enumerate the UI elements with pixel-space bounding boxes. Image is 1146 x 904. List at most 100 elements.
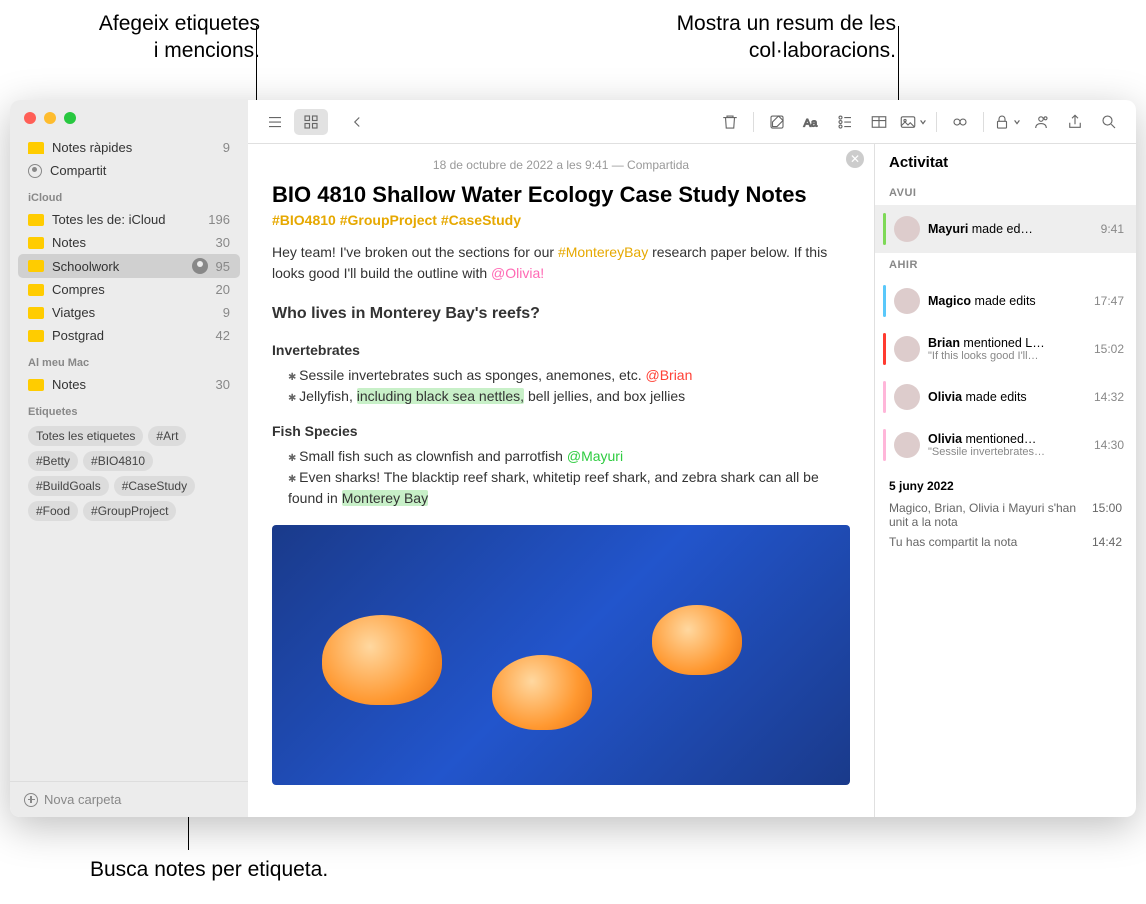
bullet-list: Sessile invertebrates such as sponges, a… (272, 365, 850, 407)
note-editor[interactable]: ✕ 18 de octubre de 2022 a les 9:41 — Com… (248, 144, 874, 817)
activity-item[interactable]: Olivia made edits 14:32 (875, 373, 1136, 421)
activity-color-bar (883, 333, 886, 365)
sidebar-item-folder[interactable]: Totes les de: iCloud 196 (18, 208, 240, 231)
share-button[interactable] (1058, 109, 1092, 135)
activity-time: 17:47 (1094, 294, 1124, 308)
sidebar-item-quick-notes[interactable]: Notes ràpides 9 (18, 136, 240, 159)
sidebar-item-folder[interactable]: Compres 20 (18, 278, 240, 301)
delete-button[interactable] (713, 109, 747, 135)
tag-pill[interactable]: #CaseStudy (114, 476, 195, 496)
activity-text: Brian mentioned L… "If this looks good I… (928, 336, 1086, 362)
note-body: Hey team! I've broken out the sections f… (272, 242, 850, 785)
folder-icon (28, 284, 44, 296)
sidebar-item-shared[interactable]: Compartit (18, 159, 240, 182)
sidebar-item-folder[interactable]: Postgrad 42 (18, 324, 240, 347)
user-mention-olivia[interactable]: @Olivia! (491, 265, 544, 281)
subsection-heading: Fish Species (272, 421, 850, 442)
sidebar-count: 9 (223, 305, 230, 320)
activity-color-bar (883, 429, 886, 461)
folder-icon (28, 237, 44, 249)
hashtag-mention[interactable]: #MontereyBay (558, 244, 648, 260)
sidebar-label: Compartit (50, 163, 230, 178)
new-folder-label: Nova carpeta (44, 792, 121, 807)
back-button[interactable] (340, 109, 374, 135)
tag-pill[interactable]: #BuildGoals (28, 476, 109, 496)
activity-item[interactable]: Magico made edits 17:47 (875, 277, 1136, 325)
sidebar-label: Schoolwork (52, 259, 184, 274)
annotation-search-tags: Busca notes per etiqueta. (90, 856, 410, 883)
activity-color-bar (883, 381, 886, 413)
avatar (894, 216, 920, 242)
activity-time: 15:02 (1094, 342, 1124, 356)
close-window-button[interactable] (24, 112, 36, 124)
avatar (894, 432, 920, 458)
sidebar-heading-icloud: iCloud (18, 182, 240, 208)
new-note-button[interactable] (760, 109, 794, 135)
user-mention-brian[interactable]: @Brian (645, 367, 692, 383)
format-button[interactable]: Aa (794, 109, 828, 135)
table-button[interactable] (862, 109, 896, 135)
note-image-jellyfish (272, 525, 850, 785)
link-button[interactable] (943, 109, 977, 135)
sidebar-label: Viatges (52, 305, 215, 320)
activity-section-today: AVUI (875, 181, 1136, 205)
sidebar-item-folder[interactable]: Viatges 9 (18, 301, 240, 324)
shared-icon (28, 164, 42, 178)
sidebar-item-folder[interactable]: Notes 30 (18, 231, 240, 254)
list-view-button[interactable] (258, 109, 292, 135)
window-controls (10, 100, 248, 136)
activity-text: Olivia made edits (928, 390, 1086, 404)
sidebar-count: 95 (216, 259, 230, 274)
list-item: Sessile invertebrates such as sponges, a… (288, 365, 850, 386)
fullscreen-window-button[interactable] (64, 112, 76, 124)
activity-time: 9:41 (1101, 222, 1124, 236)
sidebar-label: Totes les de: iCloud (52, 212, 200, 227)
collaborate-button[interactable] (1024, 109, 1058, 135)
avatar (894, 336, 920, 362)
minimize-window-button[interactable] (44, 112, 56, 124)
close-activity-button[interactable]: ✕ (846, 150, 864, 168)
lock-button[interactable] (990, 109, 1024, 135)
activity-text: Magico made edits (928, 294, 1086, 308)
tag-pill[interactable]: #BIO4810 (83, 451, 153, 471)
search-button[interactable] (1092, 109, 1126, 135)
toolbar: Aa (248, 100, 1136, 144)
sidebar-count: 9 (223, 140, 230, 155)
activity-older-row: Magico, Brian, Olivia i Mayuri s'han uni… (889, 501, 1122, 529)
note-title: BIO 4810 Shallow Water Ecology Case Stud… (272, 182, 850, 208)
tag-pill[interactable]: #Art (148, 426, 186, 446)
sidebar-count: 20 (216, 282, 230, 297)
sidebar-label: Postgrad (52, 328, 208, 343)
activity-item[interactable]: Olivia mentioned… "Sessile invertebrates… (875, 421, 1136, 469)
activity-title: Activitat (875, 144, 1136, 181)
highlight-text: including black sea nettles, (357, 388, 524, 404)
sidebar-item-folder[interactable]: Notes 30 (18, 373, 240, 396)
note-paragraph: Hey team! I've broken out the sections f… (272, 242, 850, 284)
activity-color-bar (883, 285, 886, 317)
user-mention-mayuri[interactable]: @Mayuri (567, 448, 623, 464)
activity-text: Mayuri made ed… (928, 222, 1093, 236)
annotation-collab: Mostra un resum de les col·laboracions. (586, 10, 896, 65)
tag-pill[interactable]: #Betty (28, 451, 78, 471)
new-folder-button[interactable]: Nova carpeta (10, 781, 248, 817)
activity-color-bar (883, 213, 886, 245)
section-heading: Who lives in Monterey Bay's reefs? (272, 302, 850, 326)
tag-pill[interactable]: #Food (28, 501, 78, 521)
notes-window: Notes ràpides 9 Compartit iCloud Totes l… (10, 100, 1136, 817)
sidebar-item-folder[interactable]: Schoolwork 95 (18, 254, 240, 278)
activity-item[interactable]: Mayuri made ed… 9:41 (875, 205, 1136, 253)
sidebar-list: Notes ràpides 9 Compartit iCloud Totes l… (10, 136, 248, 781)
note-meta: 18 de octubre de 2022 a les 9:41 — Compa… (272, 154, 850, 182)
subsection-heading: Invertebrates (272, 340, 850, 361)
activity-item[interactable]: Brian mentioned L… "If this looks good I… (875, 325, 1136, 373)
sidebar-count: 42 (216, 328, 230, 343)
avatar (894, 384, 920, 410)
checklist-button[interactable] (828, 109, 862, 135)
highlight-text: Monterey Bay (342, 490, 428, 506)
grid-view-button[interactable] (294, 109, 328, 135)
activity-text: Olivia mentioned… "Sessile invertebrates… (928, 432, 1086, 458)
list-item: Small fish such as clownfish and parrotf… (288, 446, 850, 467)
tag-pill[interactable]: #GroupProject (83, 501, 176, 521)
tag-pill[interactable]: Totes les etiquetes (28, 426, 143, 446)
media-button[interactable] (896, 109, 930, 135)
